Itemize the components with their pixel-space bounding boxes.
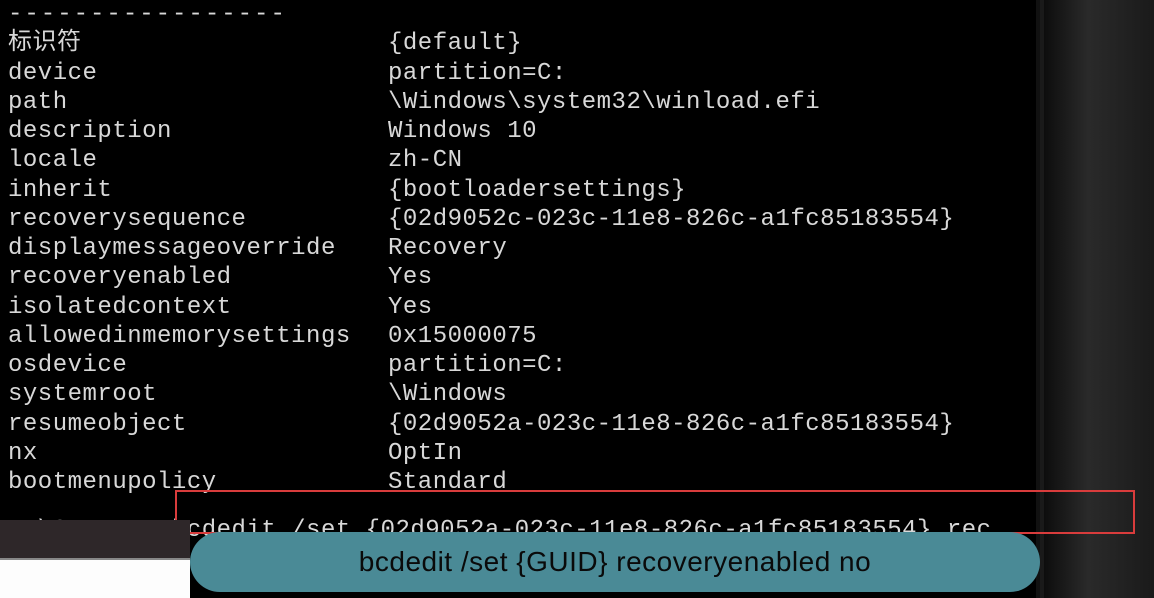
config-row: osdevicepartition=C: [8, 351, 1036, 380]
config-row: resumeobject{02d9052a-023c-11e8-826c-a1f… [8, 410, 1036, 439]
config-key: description [8, 117, 388, 146]
command-prompt-terminal[interactable]: ----------------- 标识符{default}devicepart… [0, 0, 1040, 598]
config-value: Standard [388, 468, 1036, 497]
config-value: {02d9052a-023c-11e8-826c-a1fc85183554} [388, 410, 1036, 439]
config-key: 标识符 [8, 29, 388, 58]
config-row: bootmenupolicyStandard [8, 468, 1036, 497]
config-key: osdevice [8, 351, 388, 380]
config-value: \Windows [388, 380, 1036, 409]
config-key: displaymessageoverride [8, 234, 388, 263]
config-row: devicepartition=C: [8, 59, 1036, 88]
config-row: recoveryenabledYes [8, 263, 1036, 292]
instruction-callout: bcdedit /set {GUID} recoveryenabled no [190, 532, 1040, 592]
config-key: locale [8, 146, 388, 175]
config-key: recoveryenabled [8, 263, 388, 292]
section-divider: ----------------- [8, 0, 1036, 29]
config-value: OptIn [388, 439, 1036, 468]
config-value: partition=C: [388, 351, 1036, 380]
config-value: \Windows\system32\winload.efi [388, 88, 1036, 117]
config-row: path\Windows\system32\winload.efi [8, 88, 1036, 117]
config-value: Yes [388, 263, 1036, 292]
config-row: nxOptIn [8, 439, 1036, 468]
config-key: resumeobject [8, 410, 388, 439]
config-value: zh-CN [388, 146, 1036, 175]
config-value: partition=C: [388, 59, 1036, 88]
frame-bottom [0, 558, 190, 598]
config-row: localezh-CN [8, 146, 1036, 175]
config-value: {bootloadersettings} [388, 176, 1036, 205]
config-key: bootmenupolicy [8, 468, 388, 497]
config-value: {02d9052c-023c-11e8-826c-a1fc85183554} [388, 205, 1036, 234]
config-value: Windows 10 [388, 117, 1036, 146]
config-key: systemroot [8, 380, 388, 409]
config-row: inherit{bootloadersettings} [8, 176, 1036, 205]
config-row: systemroot\Windows [8, 380, 1036, 409]
config-key: recoverysequence [8, 205, 388, 234]
frame-padding [0, 520, 190, 558]
config-row: allowedinmemorysettings0x15000075 [8, 322, 1036, 351]
config-value: {default} [388, 29, 1036, 58]
config-key: device [8, 59, 388, 88]
config-value: Recovery [388, 234, 1036, 263]
config-row: descriptionWindows 10 [8, 117, 1036, 146]
config-row: 标识符{default} [8, 29, 1036, 58]
instruction-text: bcdedit /set {GUID} recoveryenabled no [359, 546, 871, 578]
config-row: recoverysequence{02d9052c-023c-11e8-826c… [8, 205, 1036, 234]
config-row: isolatedcontextYes [8, 293, 1036, 322]
config-row: displaymessageoverrideRecovery [8, 234, 1036, 263]
config-value: Yes [388, 293, 1036, 322]
config-key: path [8, 88, 388, 117]
config-key: isolatedcontext [8, 293, 388, 322]
config-value: 0x15000075 [388, 322, 1036, 351]
window-edge [1044, 0, 1154, 598]
config-key: allowedinmemorysettings [8, 322, 388, 351]
config-key: nx [8, 439, 388, 468]
config-key: inherit [8, 176, 388, 205]
